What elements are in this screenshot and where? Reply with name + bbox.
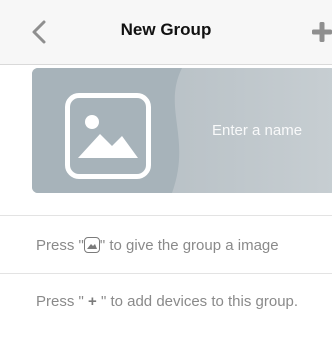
page-title: New Group bbox=[120, 20, 212, 39]
image-icon bbox=[83, 237, 100, 253]
divider bbox=[0, 273, 332, 274]
hint-image: Press " " to give the group a image bbox=[36, 237, 279, 254]
plus-icon[interactable] bbox=[308, 18, 332, 46]
group-name-input[interactable] bbox=[210, 114, 332, 146]
group-image-button[interactable] bbox=[65, 93, 151, 179]
divider bbox=[0, 215, 332, 216]
group-header-banner bbox=[32, 68, 332, 193]
hint-add: Press " + " to add devices to this group… bbox=[36, 293, 299, 310]
navigation-bar: New Group bbox=[0, 0, 332, 65]
plus-icon: + bbox=[88, 293, 97, 310]
image-icon bbox=[78, 115, 138, 158]
